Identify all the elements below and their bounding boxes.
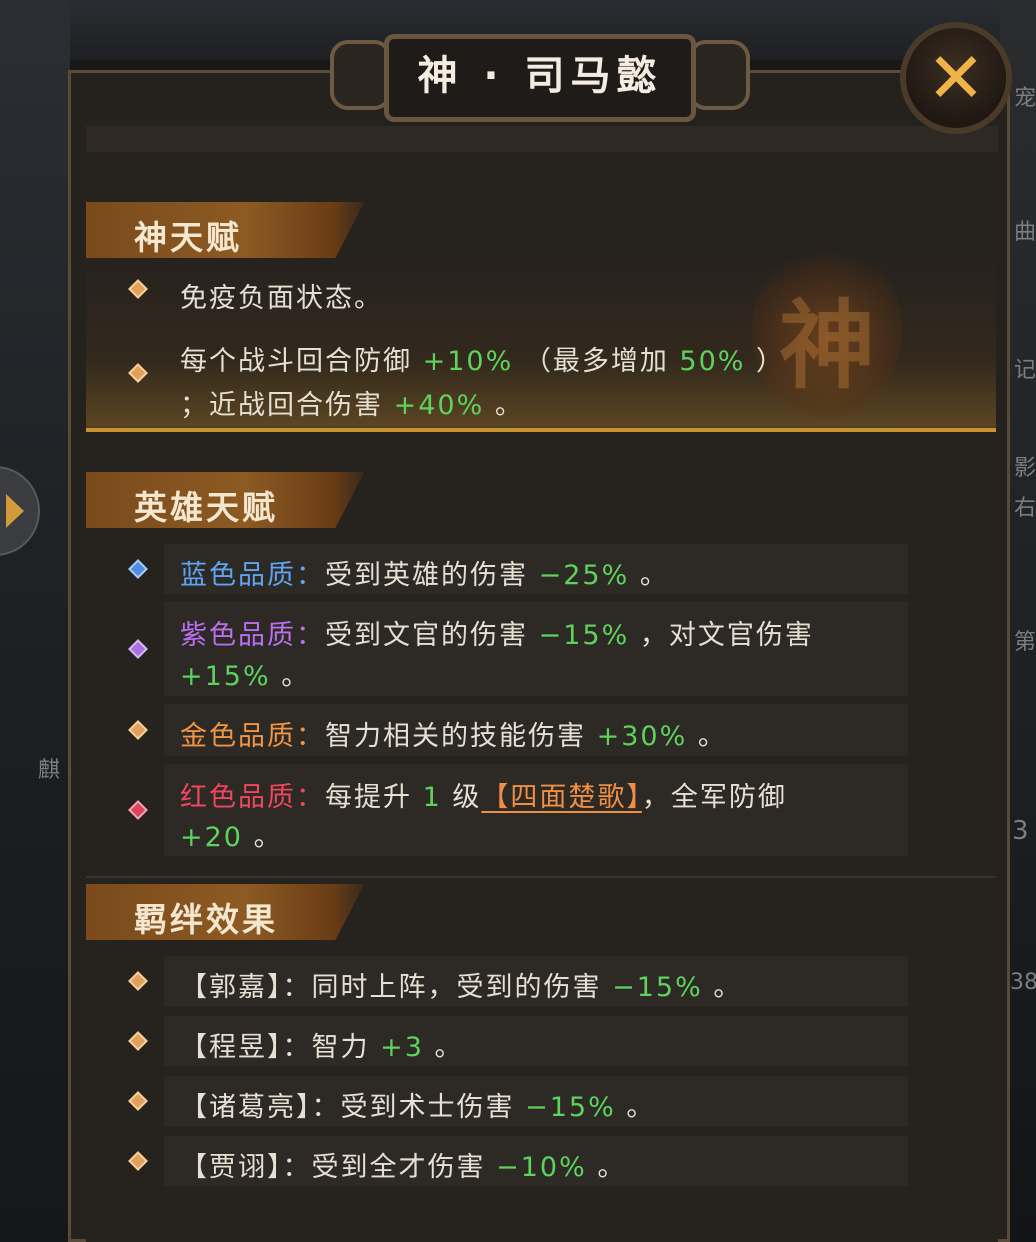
side-snippet: 宠: [1014, 86, 1036, 111]
bond-value: −15%: [525, 1092, 616, 1123]
hero-talent-text: 每提升: [325, 782, 423, 813]
god-talent-text: （最多增加: [513, 346, 680, 377]
god-talent-value: +10%: [422, 346, 514, 377]
title-ornament-right: [688, 40, 750, 110]
quality-label-purple: 紫色品质：: [180, 620, 325, 651]
hero-talent-purple-line-2: +15% 。: [180, 654, 310, 693]
hero-talent-purple-line: 紫色品质：受到文官的伤害 −15% ，对文官伤害: [180, 613, 814, 652]
hero-talent-text: 。: [270, 661, 311, 692]
section-title-god-talent: 神天赋: [134, 218, 242, 257]
bond-value: −15%: [612, 972, 703, 1003]
side-snippet: 38: [1010, 970, 1036, 995]
bond-hero-name: 【郭嘉】: [180, 972, 283, 1003]
bond-value: −10%: [496, 1152, 587, 1183]
panel-header-band: [86, 126, 998, 152]
bond-text: ：受到术士伤害: [311, 1092, 526, 1123]
god-talent-value: 50%: [679, 346, 746, 377]
hero-talent-text: ，对文官伤害: [629, 620, 814, 651]
title-ornament-left: [330, 40, 392, 110]
hero-talent-blue-line: 蓝色品质：受到英雄的伤害 −25% 。: [180, 553, 669, 592]
hero-talent-red-line-2: +20 。: [180, 815, 283, 854]
background-left: [0, 0, 70, 1242]
hero-talent-value: 1: [422, 782, 442, 813]
hero-talent-text: 。: [242, 822, 283, 853]
hero-talent-gold-line: 金色品质：智力相关的技能伤害 +30% 。: [180, 714, 727, 753]
side-snippet: 影: [1014, 456, 1036, 481]
section-title-bond: 羁绊效果: [134, 900, 278, 939]
god-emblem-char: 神: [779, 290, 875, 402]
god-talent-text: 免疫负面状态。: [180, 283, 383, 314]
bond-hero-name: 【诸葛亮】: [180, 1092, 312, 1123]
god-talent-value: +40%: [393, 390, 485, 421]
quality-label-red: 红色品质：: [180, 782, 325, 813]
hero-talent-text: 。: [687, 721, 727, 752]
hero-talent-text: 受到文官的伤害: [325, 620, 539, 651]
bond-hero-name: 【程昱】: [180, 1032, 283, 1063]
bond-text: 。: [423, 1032, 464, 1063]
section-divider: [86, 876, 996, 878]
hero-talent-value: +20: [180, 822, 243, 853]
side-snippet: 3: [1012, 816, 1029, 846]
god-talent-line-2: 每个战斗回合防御 +10% （最多增加 50% ）: [180, 339, 785, 378]
bond-text: 。: [615, 1092, 656, 1123]
hero-talent-text: 受到英雄的伤害: [325, 560, 539, 591]
side-snippet: 麒: [38, 758, 61, 783]
bond-line: 【程昱】：智力 +3 。: [180, 1025, 464, 1064]
bond-text: ：同时上阵，受到的伤害: [282, 972, 613, 1003]
bond-text: ：智力: [282, 1032, 381, 1063]
god-talent-line-1: 免疫负面状态。: [180, 276, 383, 315]
skill-link-four-sides[interactable]: 【四面楚歌】: [481, 782, 642, 813]
god-talent-text: 每个战斗回合防御: [180, 346, 423, 377]
god-talent-text: 。: [484, 390, 524, 421]
bond-text: 。: [586, 1152, 627, 1183]
hero-talent-value: +30%: [596, 721, 688, 752]
hero-talent-text: ，全军防御: [641, 782, 787, 813]
hero-talent-value: −25%: [538, 560, 630, 591]
side-snippet: 曲: [1014, 220, 1036, 245]
god-talent-text: ）: [745, 346, 786, 377]
quality-label-blue: 蓝色品质：: [180, 560, 325, 591]
page-title: 神 · 司马懿: [417, 53, 663, 99]
bond-line: 【贾诩】：受到全才伤害 −10% 。: [180, 1145, 626, 1184]
bond-hero-name: 【贾诩】: [180, 1152, 283, 1183]
arrow-right-icon: [6, 494, 24, 528]
hero-talent-text: 。: [629, 560, 669, 591]
bond-line: 【郭嘉】：同时上阵，受到的伤害 −15% 。: [180, 965, 742, 1004]
god-talent-line-3: ；近战回合伤害 +40% 。: [180, 383, 524, 422]
hero-talent-text: 级: [441, 782, 482, 813]
side-snippet: 记: [1014, 358, 1036, 383]
section-title-hero-talent: 英雄天赋: [134, 488, 278, 527]
god-talent-divider: [86, 428, 996, 432]
hero-talent-value: +15%: [180, 661, 271, 692]
close-icon[interactable]: ✕: [900, 22, 1012, 134]
hero-talent-red-line: 红色品质：每提升 1 级【四面楚歌】，全军防御: [180, 775, 787, 814]
side-snippet: 第: [1014, 630, 1036, 655]
bond-text: 。: [702, 972, 743, 1003]
bond-text: ：受到全才伤害: [282, 1152, 497, 1183]
bond-line: 【诸葛亮】：受到术士伤害 −15% 。: [180, 1085, 655, 1124]
bond-value: +3: [380, 1032, 424, 1063]
god-talent-text: ；近战回合伤害: [180, 390, 394, 421]
side-snippet: 右: [1014, 496, 1036, 521]
hero-talent-value: −15%: [538, 620, 630, 651]
hero-talent-text: 智力相关的技能伤害: [325, 721, 597, 752]
quality-label-gold: 金色品质：: [180, 721, 325, 752]
